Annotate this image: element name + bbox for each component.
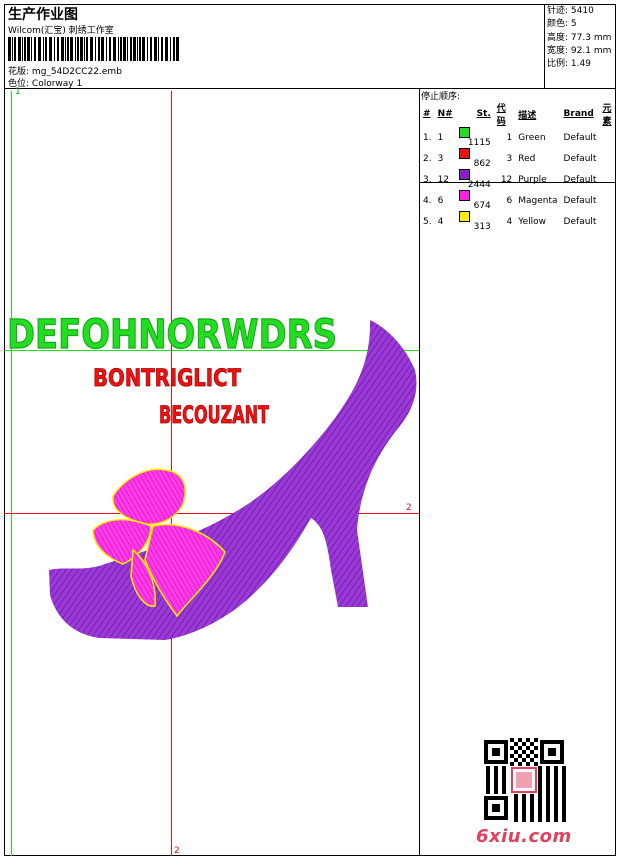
- row-n: 3: [437, 153, 444, 164]
- row-brand: Default: [563, 195, 597, 206]
- row-num: 3.: [423, 174, 432, 185]
- specs-divider: [544, 4, 545, 88]
- specs-panel: 针迹: 5410 颜色: 5 高度: 77.3 mm 宽度: 92.1 mm 比…: [547, 5, 611, 71]
- design-text-2: BONTRIGLICT: [93, 364, 242, 392]
- header-divider: [4, 88, 616, 89]
- color-swatch: [458, 211, 470, 222]
- row-desc: Yellow: [518, 216, 546, 227]
- row-desc: Red: [518, 153, 536, 164]
- row-stitches: 2444: [456, 169, 494, 190]
- spec-width: 宽度: 92.1 mm: [547, 45, 612, 56]
- row-stitches: 862: [456, 148, 494, 169]
- col-desc: 描述: [518, 110, 537, 121]
- row-desc: Magenta: [518, 195, 558, 206]
- spec-height: 高度: 77.3 mm: [547, 32, 612, 43]
- spec-scale: 比例: 1.49: [547, 59, 591, 70]
- barcode: [8, 37, 179, 61]
- color-swatch: [458, 190, 470, 201]
- row-element: [599, 127, 620, 148]
- guide-label-bottom: 2: [174, 846, 180, 856]
- site-watermark: 6xiu.com: [476, 826, 572, 847]
- page-title: 生产作业图: [8, 7, 78, 23]
- col-num: #: [423, 109, 431, 119]
- embroidery-design: DEFOHNORWDRS BONTRIGLICT BECOUZANT: [6, 311, 417, 640]
- row-desc: Green: [518, 132, 546, 143]
- row-n: 6: [437, 195, 444, 206]
- color-table-row: 3. 12 2444 12 Purple Default: [420, 169, 620, 190]
- row-brand: Default: [563, 174, 597, 185]
- col-brand: Brand: [563, 109, 594, 119]
- color-swatch: [458, 148, 470, 159]
- color-table-row: 5. 4 313 4 Yellow Default: [420, 211, 620, 232]
- row-desc: Purple: [518, 174, 547, 185]
- color-table-row: 1. 1 1115 1 Green Default: [420, 127, 620, 148]
- spec-colors: 颜色: 5: [547, 19, 577, 30]
- colorway-name: Colorway 1: [31, 79, 83, 89]
- col-element: 元素: [602, 104, 612, 127]
- row-num: 1.: [423, 132, 432, 143]
- row-brand: Default: [563, 132, 597, 143]
- row-n: 1: [437, 132, 444, 143]
- color-table: # N# St. 代码 描述 Brand 元素 1. 1 1115 1 Green Def…: [420, 101, 620, 232]
- row-element: [599, 211, 620, 232]
- row-num: 5.: [423, 216, 432, 227]
- color-table-header: # N# St. 代码 描述 Brand 元素: [420, 101, 620, 127]
- row-element: [599, 190, 620, 211]
- row-code: 3: [506, 153, 513, 164]
- design-text-3: BECOUZANT: [159, 401, 269, 429]
- row-brand: Default: [563, 216, 597, 227]
- row-code: 6: [506, 195, 513, 206]
- row-brand: Default: [563, 153, 597, 164]
- design-text-1: DEFOHNORWDRS: [7, 312, 337, 358]
- col-stitches: St.: [476, 109, 491, 119]
- qr-code: [482, 738, 566, 822]
- corner-label: 1: [15, 87, 21, 97]
- row-num: 4.: [423, 195, 432, 206]
- row-stitches: 674: [456, 190, 494, 211]
- row-n: 4: [437, 216, 444, 227]
- row-stitches: 1115: [456, 127, 494, 148]
- row-code: 1: [506, 132, 513, 143]
- row-element: [599, 169, 620, 190]
- spec-stitches: 针迹: 5410: [547, 6, 594, 16]
- row-code: 4: [506, 216, 513, 227]
- row-stitches: 313: [456, 211, 494, 232]
- brand-line: Wilcom(汇宝) 刺绣工作室: [8, 26, 114, 36]
- color-table-row: 2. 3 862 3 Red Default: [420, 148, 620, 169]
- col-code: 代码: [496, 104, 506, 127]
- row-n: 12: [437, 174, 450, 185]
- row-num: 2.: [423, 153, 432, 164]
- col-n: N#: [437, 109, 453, 119]
- color-swatch: [458, 127, 470, 138]
- row-code: 12: [500, 174, 513, 185]
- row-element: [599, 148, 620, 169]
- color-table-row: 4. 6 674 6 Magenta Default: [420, 190, 620, 211]
- color-swatch: [458, 169, 470, 180]
